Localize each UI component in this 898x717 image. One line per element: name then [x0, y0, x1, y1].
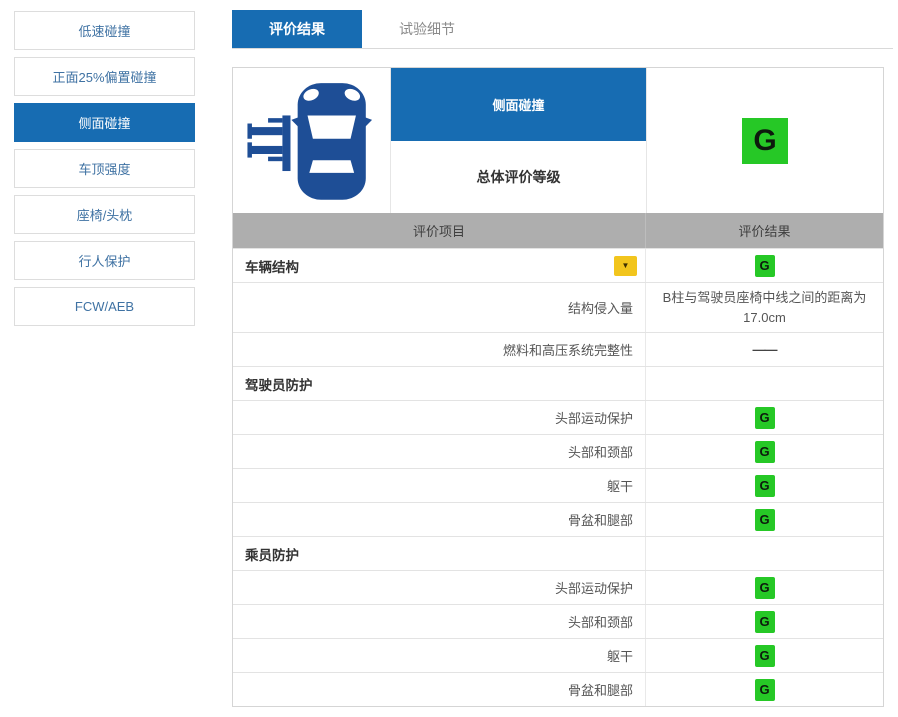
rating-badge: G: [755, 407, 775, 429]
table-row: 头部和颈部 G: [233, 434, 883, 468]
row-result-cell: [646, 537, 883, 570]
rating-badge: G: [755, 509, 775, 531]
row-label: 乘员防护: [245, 544, 299, 564]
rating-badge: G: [755, 255, 775, 277]
tab[interactable]: 评价结果: [232, 10, 362, 48]
rating-badge: G: [755, 577, 775, 599]
table-row: 结构侵入量 B柱与驾驶员座椅中线之间的距离为17.0cm: [233, 282, 883, 332]
row-label: 躯干: [607, 476, 633, 495]
sidebar-item[interactable]: 侧面碰撞: [14, 103, 195, 142]
row-result-cell: G: [646, 503, 883, 536]
row-label: 头部运动保护: [555, 578, 633, 597]
sidebar-item[interactable]: 行人保护: [14, 241, 195, 280]
row-label: 骨盆和腿部: [568, 510, 633, 529]
row-label-cell: 驾驶员防护: [233, 367, 646, 400]
sidebar-item[interactable]: 低速碰撞: [14, 11, 195, 50]
row-label-cell: 燃料和高压系统完整性: [233, 333, 646, 366]
summary-row: 侧面碰撞 总体评价等级 G: [233, 68, 883, 213]
row-label: 头部运动保护: [555, 408, 633, 427]
row-result-cell: G: [646, 435, 883, 468]
rating-badge: G: [755, 679, 775, 701]
row-label: 头部和颈部: [568, 612, 633, 631]
row-label: 躯干: [607, 646, 633, 665]
row-label-cell: 头部运动保护: [233, 571, 646, 604]
sidebar: 低速碰撞正面25%偏置碰撞侧面碰撞车顶强度座椅/头枕行人保护 FCW/AEB: [14, 11, 195, 333]
row-label-cell: 头部和颈部: [233, 435, 646, 468]
crash-illustration-cell: [233, 68, 391, 213]
table-row: 躯干 G: [233, 468, 883, 502]
result-text: B柱与驾驶员座椅中线之间的距离为17.0cm: [660, 288, 869, 327]
table-row: 骨盆和腿部 G: [233, 672, 883, 706]
table-row: 躯干 G: [233, 638, 883, 672]
row-result-cell: G: [646, 571, 883, 604]
row-result-cell: G: [646, 673, 883, 706]
table-row: 骨盆和腿部 G: [233, 502, 883, 536]
row-label-cell: 躯干: [233, 639, 646, 672]
table-row: 驾驶员防护: [233, 366, 883, 400]
tab[interactable]: 试验细节: [362, 10, 492, 48]
sidebar-item[interactable]: FCW/AEB: [14, 287, 195, 326]
sidebar-item[interactable]: 座椅/头枕: [14, 195, 195, 234]
row-result-cell: [646, 367, 883, 400]
table-row: 燃料和高压系统完整性 ——: [233, 332, 883, 366]
table-body: 车辆结构 ▼ G 结构侵入量 B柱与驾驶员座椅中线之间的距离为17.0cm 燃料和高压系统…: [233, 248, 883, 706]
rating-badge: G: [755, 475, 775, 497]
row-label-cell: 骨盆和腿部: [233, 503, 646, 536]
row-result-cell: G: [646, 605, 883, 638]
table-row: 乘员防护: [233, 536, 883, 570]
row-label: 驾驶员防护: [245, 374, 313, 394]
rating-badge: G: [755, 441, 775, 463]
overall-rating-cell: G: [646, 68, 883, 213]
sidebar-item[interactable]: 正面25%偏置碰撞: [14, 57, 195, 96]
column-header-item: 评价项目: [233, 213, 646, 248]
rating-badge: G: [755, 645, 775, 667]
row-label: 头部和颈部: [568, 442, 633, 461]
evaluation-table: 侧面碰撞 总体评价等级 G 评价项目 评价结果 车辆结构 ▼ G 结构侵入量 B柱与驾驶…: [232, 67, 884, 707]
row-result-cell: G: [646, 469, 883, 502]
sidebar-item[interactable]: 车顶强度: [14, 149, 195, 188]
row-label-cell: 头部和颈部: [233, 605, 646, 638]
side-impact-crash-icon: [241, 76, 383, 206]
row-label: 车辆结构: [245, 256, 299, 276]
page: 低速碰撞正面25%偏置碰撞侧面碰撞车顶强度座椅/头枕行人保护FCW/AEB 评价…: [0, 0, 898, 717]
overall-rating-label: 总体评价等级: [391, 141, 646, 214]
crash-type-banner: 侧面碰撞: [391, 68, 646, 141]
row-result-cell: B柱与驾驶员座椅中线之间的距离为17.0cm: [646, 283, 883, 332]
row-label-cell: 结构侵入量: [233, 283, 646, 332]
table-row: 头部运动保护 G: [233, 570, 883, 604]
row-label-cell: 乘员防护: [233, 537, 646, 570]
table-row: 头部运动保护 G: [233, 400, 883, 434]
row-label-cell: 车辆结构 ▼: [233, 249, 646, 282]
row-label: 结构侵入量: [568, 298, 633, 317]
row-result-cell: ——: [646, 333, 883, 366]
row-result-cell: G: [646, 639, 883, 672]
column-header-result: 评价结果: [646, 213, 883, 248]
dropdown-button[interactable]: ▼: [614, 256, 637, 276]
overall-rating-badge: G: [742, 118, 788, 164]
row-result-cell: G: [646, 401, 883, 434]
tab-bar: 评价结果试验细节: [232, 10, 893, 49]
table-header-row: 评价项目 评价结果: [233, 213, 883, 248]
row-result-cell: G: [646, 249, 883, 282]
row-label-cell: 骨盆和腿部: [233, 673, 646, 706]
result-text: ——: [753, 340, 777, 360]
row-label-cell: 躯干: [233, 469, 646, 502]
chevron-down-icon: ▼: [622, 262, 630, 270]
summary-mid-cell: 侧面碰撞 总体评价等级: [391, 68, 646, 213]
table-row: 头部和颈部 G: [233, 604, 883, 638]
main-content: 评价结果试验细节: [232, 10, 893, 707]
rating-badge: G: [755, 611, 775, 633]
row-label: 燃料和高压系统完整性: [503, 340, 633, 359]
row-label-cell: 头部运动保护: [233, 401, 646, 434]
table-row: 车辆结构 ▼ G: [233, 248, 883, 282]
row-label: 骨盆和腿部: [568, 680, 633, 699]
